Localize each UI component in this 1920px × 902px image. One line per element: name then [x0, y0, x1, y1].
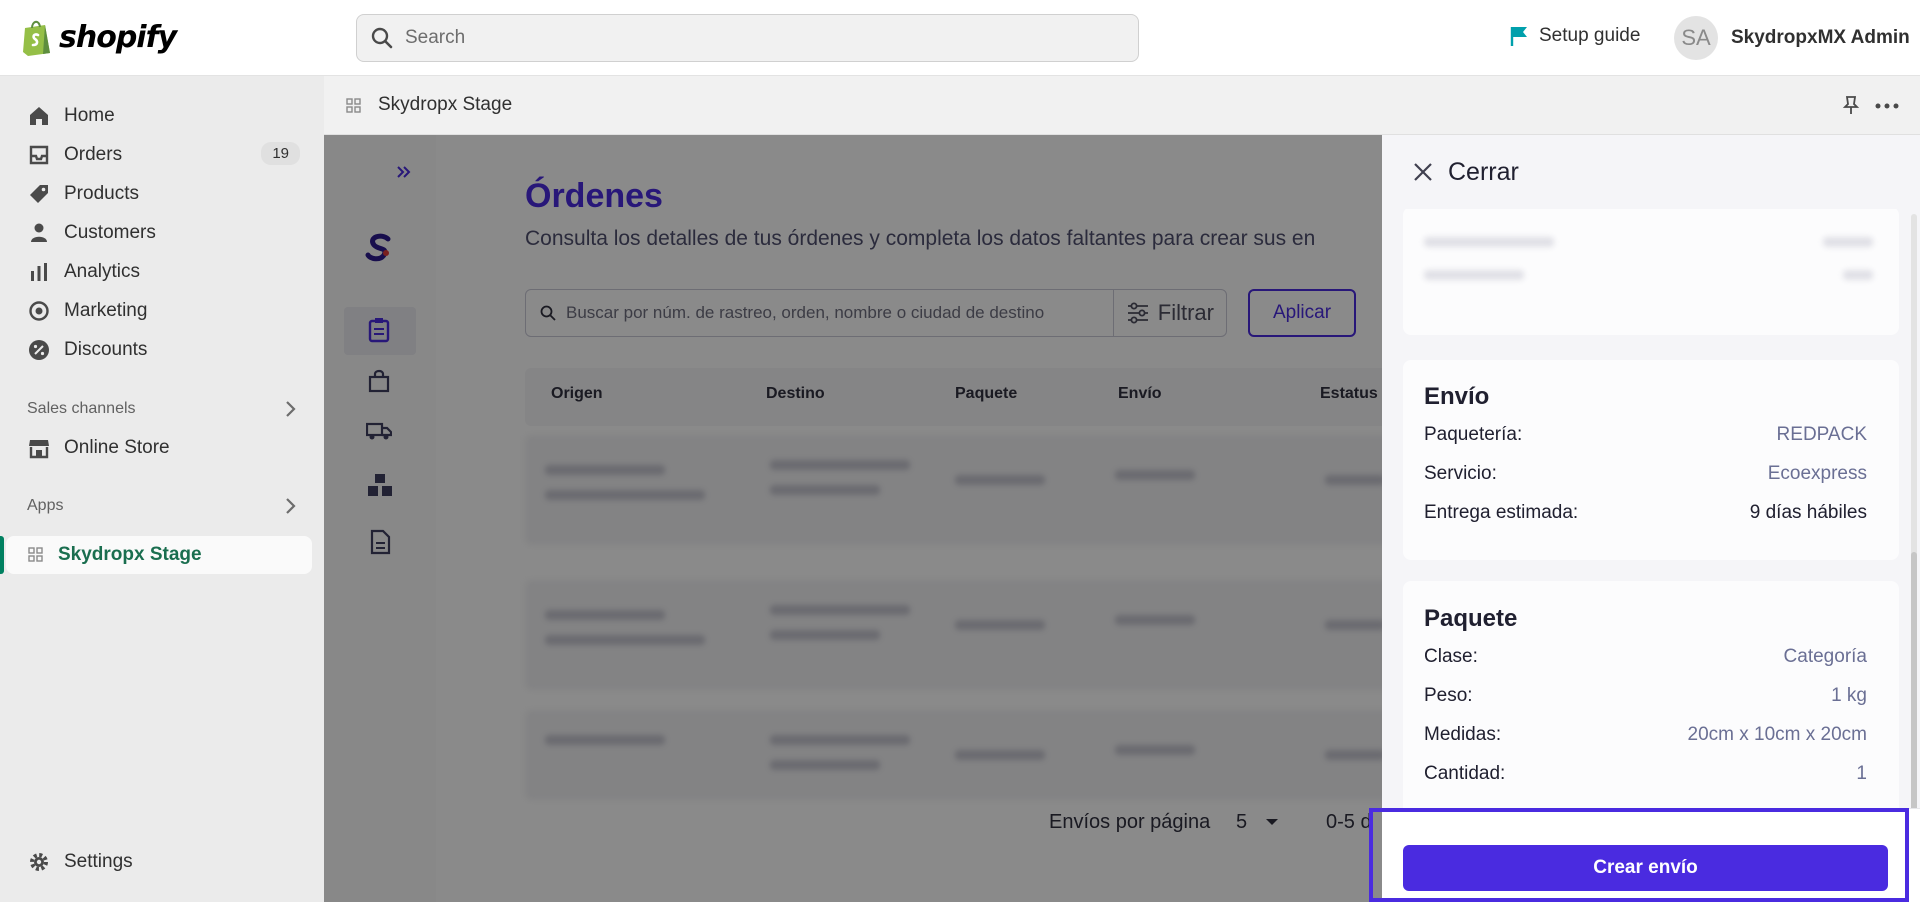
weight-value: 1 kg	[1831, 685, 1867, 706]
dimensions-value: 20cm x 10cm x 20cm	[1687, 724, 1868, 745]
sidebar-item-marketing[interactable]: Marketing	[28, 293, 312, 329]
sidebar-item-label: Marketing	[64, 300, 148, 321]
service-label: Servicio:	[1424, 463, 1497, 484]
carrier-row: Paquetería: REDPACK	[1424, 424, 1867, 446]
top-bar: shopify Search Setup guide SA SkydropxMX…	[0, 0, 1920, 76]
carrier-label: Paquetería:	[1424, 424, 1523, 445]
close-button[interactable]: Cerrar	[1448, 158, 1519, 187]
app-title: Skydropx Stage	[378, 94, 513, 115]
quantity-row: Cantidad: 1	[1424, 763, 1867, 785]
sidebar-item-label: Customers	[64, 222, 156, 243]
class-value: Categoría	[1783, 646, 1867, 667]
sidebar-item-analytics[interactable]: Analytics	[28, 254, 312, 290]
apps-header[interactable]: Apps	[27, 497, 297, 515]
sidebar-item-label: Home	[64, 105, 115, 126]
shopify-bag-icon	[23, 20, 50, 56]
more-options-icon[interactable]	[1875, 102, 1899, 110]
service-row: Servicio: Ecoexpress	[1424, 463, 1867, 485]
sidebar-item-orders[interactable]: Orders 19	[28, 137, 312, 173]
sidebar-item-label: Analytics	[64, 261, 141, 282]
shopify-logo[interactable]: shopify	[21, 18, 177, 56]
app-grid-icon	[28, 547, 43, 562]
sidebar-item-customers[interactable]: Customers	[28, 215, 312, 251]
order-details-drawer: Envío Paquetería: REDPACK Servicio: Ecoe…	[1382, 135, 1920, 902]
inbox-icon	[29, 145, 49, 165]
search-placeholder: Search	[405, 27, 466, 48]
setup-guide-label: Setup guide	[1539, 25, 1641, 46]
person-icon	[31, 223, 47, 242]
user-name: SkydropxMX Admin	[1731, 27, 1910, 48]
chevron-right-icon	[286, 498, 296, 514]
service-value: Ecoexpress	[1767, 463, 1867, 484]
create-shipment-button[interactable]: Crear envío	[1403, 845, 1888, 891]
shipping-card: Envío Paquetería: REDPACK Servicio: Ecoe…	[1403, 360, 1899, 560]
package-title: Paquete	[1424, 605, 1518, 632]
package-card: Paquete Clase: Categoría Peso: 1 kg Medi…	[1403, 581, 1899, 821]
weight-label: Peso:	[1424, 685, 1473, 706]
quantity-label: Cantidad:	[1424, 763, 1506, 784]
sidebar-item-products[interactable]: Products	[28, 176, 312, 212]
modal-overlay[interactable]	[324, 135, 1382, 902]
sidebar-item-label: Settings	[64, 851, 133, 872]
user-menu[interactable]: SA SkydropxMX Admin	[1674, 16, 1910, 60]
app-header: Skydropx Stage	[324, 76, 1920, 135]
quantity-value: 1	[1856, 763, 1867, 784]
search-icon	[371, 27, 393, 49]
chevron-right-icon	[286, 401, 296, 417]
discount-icon	[29, 340, 49, 360]
tag-icon	[30, 185, 48, 203]
pin-icon[interactable]	[1842, 95, 1860, 115]
class-row: Clase: Categoría	[1424, 646, 1867, 668]
estimated-delivery-row: Entrega estimada: 9 días hábiles	[1424, 502, 1867, 524]
estimated-delivery-value: 9 días hábiles	[1749, 502, 1867, 523]
gear-icon	[30, 853, 48, 871]
search-input[interactable]: Search	[356, 14, 1139, 62]
setup-guide-button[interactable]: Setup guide	[1509, 25, 1640, 47]
orders-count-badge: 19	[261, 142, 300, 165]
drawer-scrollbar-thumb[interactable]	[1911, 552, 1917, 814]
store-icon	[29, 440, 49, 459]
dimensions-row: Medidas: 20cm x 10cm x 20cm	[1424, 724, 1867, 746]
active-item-indicator	[0, 536, 4, 574]
sales-channels-label: Sales channels	[27, 400, 136, 417]
flag-icon	[1510, 27, 1527, 46]
avatar: SA	[1674, 16, 1718, 60]
sidebar-item-home[interactable]: Home	[28, 98, 312, 134]
sidebar: Home Orders 19 Products Customers Analyt…	[0, 76, 324, 902]
sidebar-item-discounts[interactable]: Discounts	[28, 332, 312, 368]
sidebar-item-label: Skydropx Stage	[58, 544, 202, 565]
class-label: Clase:	[1424, 646, 1478, 667]
estimated-delivery-label: Entrega estimada:	[1424, 502, 1579, 523]
target-icon	[29, 301, 49, 321]
brand-name: shopify	[59, 19, 177, 55]
shipping-title: Envío	[1424, 383, 1490, 410]
sidebar-item-label: Products	[64, 183, 139, 204]
weight-row: Peso: 1 kg	[1424, 685, 1867, 707]
drawer-header: Cerrar	[1382, 135, 1920, 209]
sidebar-item-online-store[interactable]: Online Store	[28, 430, 312, 466]
dimensions-label: Medidas:	[1424, 724, 1502, 745]
sidebar-item-skydropx-stage[interactable]: Skydropx Stage	[28, 537, 312, 573]
apps-label: Apps	[27, 497, 64, 514]
sales-channels-header[interactable]: Sales channels	[27, 400, 297, 418]
home-icon	[30, 107, 48, 125]
sidebar-item-label: Online Store	[64, 437, 170, 458]
sidebar-item-label: Orders	[64, 144, 123, 165]
sidebar-item-label: Discounts	[64, 339, 148, 360]
summary-card	[1403, 207, 1899, 335]
carrier-value: REDPACK	[1776, 424, 1867, 445]
app-grid-icon	[346, 98, 361, 113]
sidebar-item-settings[interactable]: Settings	[28, 844, 312, 880]
bar-chart-icon	[31, 263, 47, 281]
close-icon[interactable]	[1412, 161, 1434, 183]
